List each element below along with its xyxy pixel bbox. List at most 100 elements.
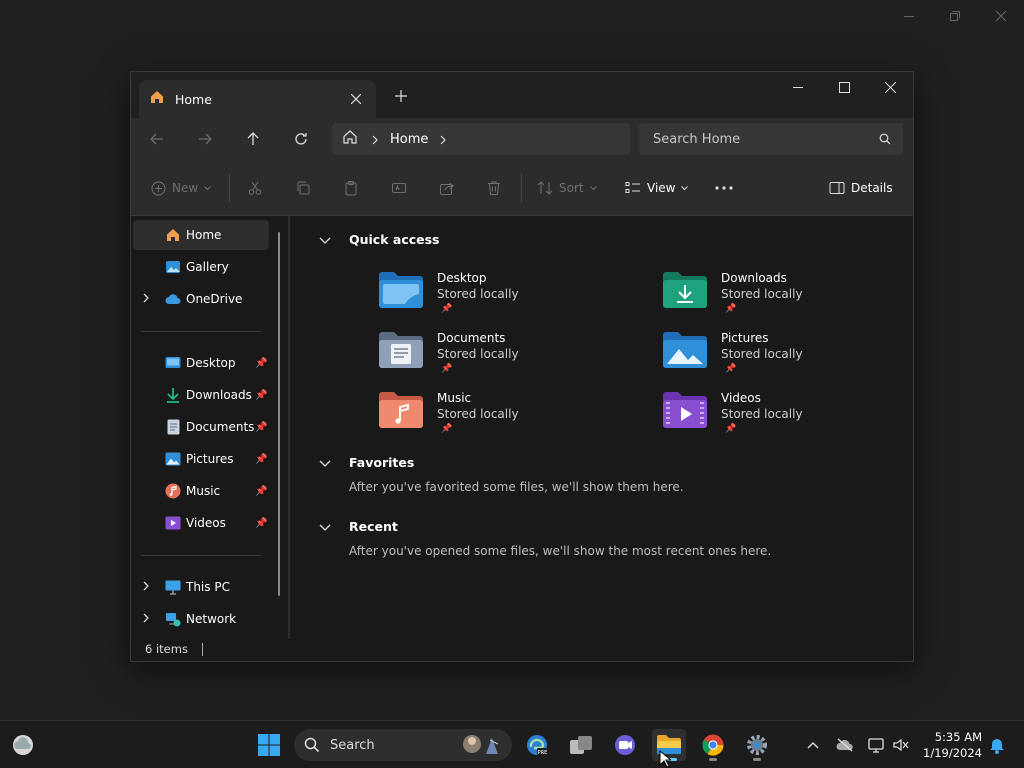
arrow-right-icon bbox=[199, 133, 212, 145]
plus-circle-icon bbox=[151, 181, 166, 195]
pin-icon[interactable]: 📌 bbox=[255, 454, 267, 465]
notifications-button[interactable] bbox=[986, 735, 1008, 755]
paste-button[interactable] bbox=[343, 174, 359, 202]
start-button[interactable] bbox=[252, 729, 286, 761]
pin-icon[interactable]: 📌 bbox=[255, 390, 267, 401]
chevron-right-icon bbox=[372, 130, 378, 149]
item-status: Stored locally bbox=[721, 347, 803, 361]
documents-folder-icon bbox=[379, 332, 423, 368]
item-status: Stored locally bbox=[721, 287, 803, 301]
desktop-folder-icon bbox=[379, 272, 423, 308]
up-button[interactable] bbox=[239, 125, 267, 153]
rename-button[interactable] bbox=[391, 174, 407, 202]
quick-access-item-downloads[interactable]: Downloads Stored locally 📌 bbox=[663, 271, 903, 327]
item-name: Music bbox=[437, 391, 472, 405]
teams-button[interactable] bbox=[608, 729, 642, 761]
sort-icon bbox=[537, 181, 553, 195]
details-button[interactable]: Details bbox=[829, 174, 893, 202]
show-hidden-icons-button[interactable] bbox=[802, 735, 824, 755]
quick-access-item-videos[interactable]: Videos Stored locally 📌 bbox=[663, 391, 903, 447]
sidebar-item-gallery[interactable]: Gallery bbox=[133, 252, 269, 282]
cloud-offline-icon bbox=[836, 738, 853, 752]
quick-access-item-pictures[interactable]: Pictures Stored locally 📌 bbox=[663, 331, 903, 387]
sidebar-item-onedrive[interactable]: OneDrive bbox=[133, 284, 269, 314]
cut-button[interactable] bbox=[247, 174, 263, 202]
chrome-button[interactable] bbox=[696, 729, 730, 761]
tab-close-button[interactable] bbox=[346, 89, 366, 109]
pin-icon: 📌 bbox=[725, 364, 737, 374]
new-label: New bbox=[172, 181, 199, 195]
more-icon bbox=[715, 186, 733, 190]
task-view-icon bbox=[570, 736, 592, 754]
onedrive-tray-button[interactable] bbox=[834, 735, 856, 755]
address-bar[interactable]: Home bbox=[332, 123, 630, 155]
pin-icon[interactable]: 📌 bbox=[255, 518, 267, 529]
recent-header[interactable]: Recent bbox=[319, 519, 398, 534]
chevron-up-icon bbox=[807, 741, 819, 748]
sidebar-item-home[interactable]: Home bbox=[133, 220, 269, 250]
tab-home[interactable]: Home bbox=[139, 80, 376, 118]
system-clock[interactable]: 5:35 AM 1/19/2024 bbox=[923, 729, 982, 761]
sidebar-item-label: OneDrive bbox=[186, 292, 243, 306]
sidebar-scrollbar[interactable] bbox=[278, 232, 280, 596]
music-folder-icon bbox=[379, 392, 423, 428]
sidebar-divider bbox=[141, 331, 261, 332]
quick-access-item-desktop[interactable]: Desktop Stored locally 📌 bbox=[379, 271, 619, 327]
copy-button[interactable] bbox=[295, 174, 311, 202]
view-button[interactable]: View bbox=[625, 174, 689, 202]
trash-icon bbox=[488, 181, 500, 195]
task-view-button[interactable] bbox=[564, 729, 598, 761]
minimize-icon bbox=[886, 0, 932, 32]
sort-button[interactable]: Sort bbox=[537, 174, 597, 202]
maximize-button[interactable] bbox=[821, 72, 867, 102]
breadcrumb-home[interactable]: Home bbox=[390, 132, 428, 147]
forward-button[interactable] bbox=[191, 125, 219, 153]
pane-splitter[interactable] bbox=[288, 216, 290, 639]
sidebar-item-label: Documents bbox=[186, 420, 255, 434]
quick-access-item-documents[interactable]: Documents Stored locally 📌 bbox=[379, 331, 619, 387]
delete-button[interactable] bbox=[487, 174, 501, 202]
sidebar-item-label: Network bbox=[186, 612, 237, 626]
sidebar-item-this-pc[interactable]: This PC bbox=[133, 572, 269, 602]
back-button[interactable] bbox=[143, 125, 171, 153]
quick-access-header[interactable]: Quick access bbox=[319, 232, 440, 247]
taskbar-search[interactable]: Search bbox=[294, 729, 512, 761]
widgets-button[interactable] bbox=[6, 729, 40, 761]
chevron-right-icon[interactable] bbox=[143, 293, 149, 306]
chevron-right-icon[interactable] bbox=[143, 613, 149, 626]
favorites-header[interactable]: Favorites bbox=[319, 455, 414, 470]
maximize-icon bbox=[838, 81, 850, 93]
home-outline-icon bbox=[342, 129, 358, 149]
sidebar-item-pictures[interactable]: Pictures 📌 bbox=[133, 444, 269, 474]
more-options-button[interactable] bbox=[715, 174, 733, 202]
network-tray-button[interactable] bbox=[866, 735, 888, 755]
sidebar-item-music[interactable]: Music 📌 bbox=[133, 476, 269, 506]
pin-icon[interactable]: 📌 bbox=[255, 358, 267, 369]
pin-icon[interactable]: 📌 bbox=[255, 422, 267, 433]
search-input[interactable]: Search Home bbox=[639, 123, 903, 155]
close-button[interactable] bbox=[867, 72, 913, 102]
minimize-button[interactable] bbox=[775, 72, 821, 102]
quick-access-item-music[interactable]: Music Stored locally 📌 bbox=[379, 391, 619, 447]
home-icon bbox=[165, 227, 181, 243]
chevron-right-icon[interactable] bbox=[143, 581, 149, 594]
sidebar-item-label: Music bbox=[186, 484, 221, 498]
new-button[interactable]: New bbox=[151, 174, 212, 202]
sidebar-item-network[interactable]: Network bbox=[133, 604, 269, 634]
item-count: 6 items bbox=[145, 642, 188, 656]
volume-tray-button[interactable] bbox=[890, 735, 912, 755]
edge-dev-button[interactable]: PRE bbox=[520, 729, 554, 761]
sidebar-item-downloads[interactable]: Downloads 📌 bbox=[133, 380, 269, 410]
sidebar-item-desktop[interactable]: Desktop 📌 bbox=[133, 348, 269, 378]
sidebar-item-documents[interactable]: Documents 📌 bbox=[133, 412, 269, 442]
sidebar-item-videos[interactable]: Videos 📌 bbox=[133, 508, 269, 538]
refresh-button[interactable] bbox=[287, 125, 315, 153]
pin-icon: 📌 bbox=[725, 304, 737, 314]
share-button[interactable] bbox=[439, 174, 455, 202]
new-tab-button[interactable] bbox=[389, 84, 413, 108]
chevron-right-icon[interactable] bbox=[440, 130, 447, 149]
sidebar-item-label: Gallery bbox=[186, 260, 229, 274]
paste-icon bbox=[345, 181, 357, 196]
pin-icon[interactable]: 📌 bbox=[255, 486, 267, 497]
settings-button[interactable] bbox=[740, 729, 774, 761]
